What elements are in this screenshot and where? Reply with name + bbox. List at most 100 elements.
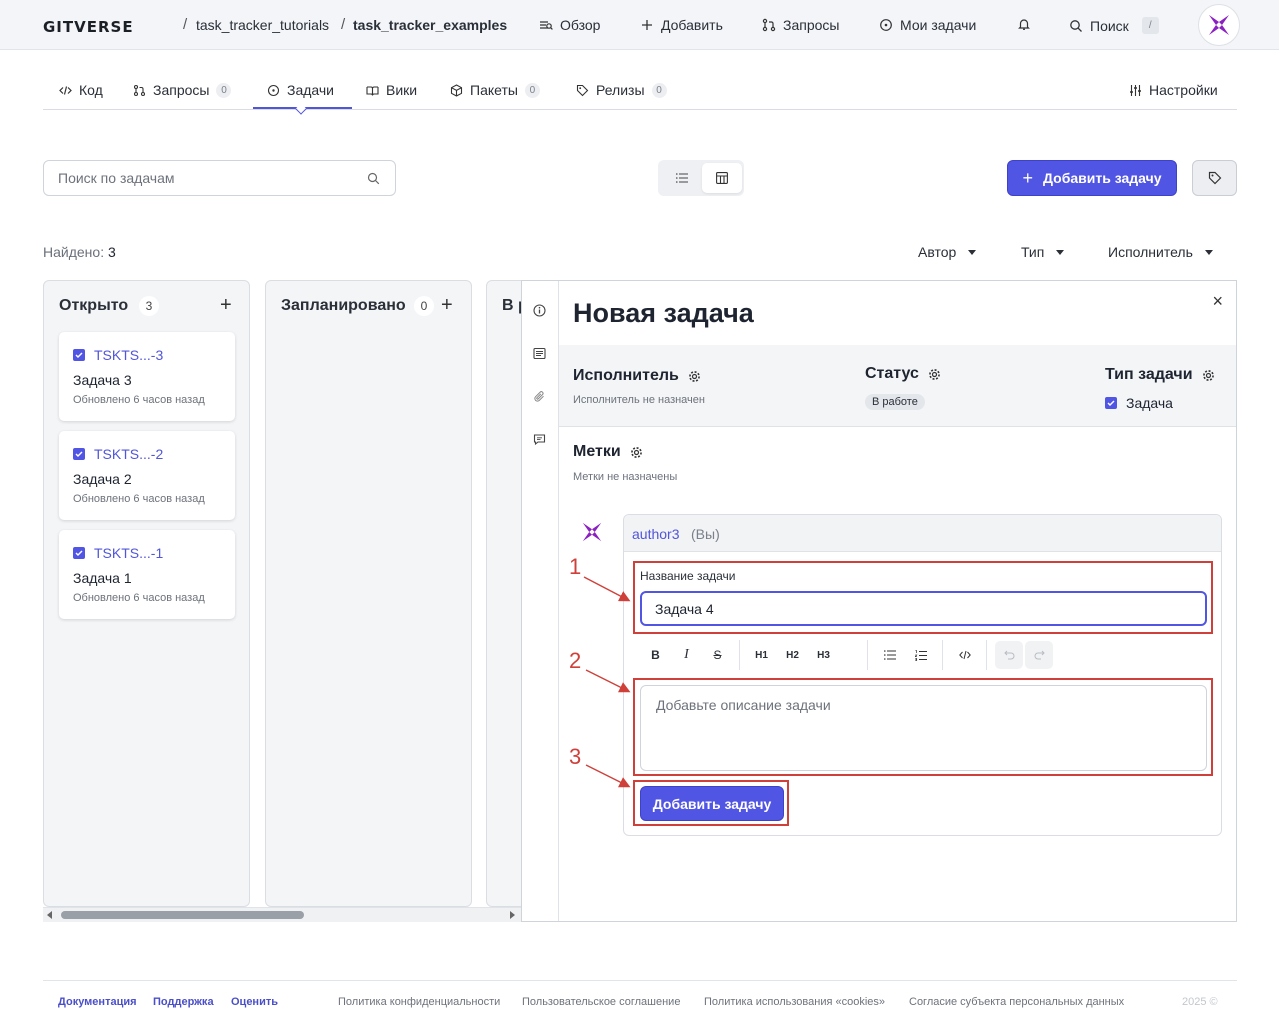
checkbox-icon [73,547,85,559]
ordered-list-icon [914,649,927,661]
checkbox-icon [73,448,85,460]
search-icon[interactable] [367,172,380,185]
add-task-button[interactable]: + Добавить задачу [1007,160,1177,196]
chevron-down-icon [1204,249,1213,255]
ordered-list-button[interactable] [905,640,936,670]
gear-icon[interactable] [928,368,941,381]
nav-add-label: Добавить [661,17,723,33]
card-title: Задача 3 [73,372,132,388]
breadcrumb-repo[interactable]: task_tracker_examples [353,17,507,33]
footer-terms-link[interactable]: Пользовательское соглашение [522,996,680,1008]
labels-button[interactable] [1192,160,1237,196]
nav-my-tasks[interactable]: Мои задачи [879,17,976,33]
card-id-link[interactable]: TSKTS...-3 [73,347,163,363]
scrollbar-thumb[interactable] [61,911,304,919]
board-horizontal-scrollbar[interactable] [43,907,521,922]
footer-consent-link[interactable]: Согласие субъекта персональных данных [909,996,1124,1008]
add-task-label: Добавить задачу [1043,170,1162,186]
filter-author[interactable]: Автор [918,244,977,260]
add-card-button[interactable]: + [441,295,453,315]
author-name[interactable]: author3 [632,526,679,542]
heading2-button[interactable]: H2 [777,640,808,670]
issue-icon [880,19,892,31]
tab-settings[interactable]: Настройки [1129,82,1218,98]
notifications-button[interactable] [1017,17,1031,31]
breadcrumb-owner[interactable]: task_tracker_tutorials [196,17,329,33]
status-badge[interactable]: В работе [865,394,925,410]
tab-packages[interactable]: Пакеты 0 [450,82,540,98]
plus-icon: + [1022,168,1033,188]
close-icon[interactable]: × [1212,291,1223,312]
nav-requests-label: Запросы [783,17,840,33]
package-icon [450,83,463,97]
scroll-left-icon[interactable] [47,911,52,919]
nav-search[interactable]: Поиск / [1069,17,1159,34]
redo-button[interactable] [1025,641,1053,669]
task-type-value[interactable]: Задача [1105,395,1173,411]
task-type-label: Тип задачи [1105,366,1193,383]
footer-docs-link[interactable]: Документация [58,996,137,1008]
gear-icon[interactable] [630,446,643,459]
tab-releases[interactable]: Релизы 0 [576,82,667,98]
filter-assignee[interactable]: Исполнитель [1108,244,1213,260]
heading3-button[interactable]: H3 [808,640,839,670]
overview-icon [540,21,553,30]
status-label: Статус [865,365,919,382]
tab-code[interactable]: Код [59,82,103,98]
labels-value: Метки не назначены [573,471,678,483]
panel-sidebar [522,281,559,921]
issue-search-input[interactable] [58,170,358,186]
nav-requests[interactable]: Запросы [762,17,839,33]
board-view-button[interactable] [702,163,742,193]
heading1-button[interactable]: H1 [746,640,777,670]
board-icon [716,172,728,184]
task-card[interactable]: TSKTS...-2 Задача 2 Обновлено 6 часов на… [59,431,235,520]
toolbar-divider [867,640,868,670]
found-value: 3 [107,244,116,260]
nav-overview[interactable]: Обзор [539,17,600,33]
strikethrough-button[interactable]: S [702,640,733,670]
gear-icon[interactable] [1202,369,1215,382]
footer-support-link[interactable]: Поддержка [153,996,214,1008]
add-card-button[interactable]: + [220,295,232,315]
undo-button[interactable] [995,641,1023,669]
tab-requests[interactable]: Запросы 0 [133,82,232,98]
nav-add[interactable]: Добавить [640,17,723,33]
tab-settings-label: Настройки [1149,82,1218,98]
task-type-text: Задача [1126,395,1173,411]
form-header: author3 (Вы) [624,515,1221,552]
gitverse-logo[interactable]: GITVERSE [43,18,134,36]
card-id-link[interactable]: TSKTS...-2 [73,446,163,462]
comment-icon[interactable] [533,433,546,446]
attachment-icon[interactable] [533,390,546,403]
annotation-box-2 [633,678,1213,776]
footer-cookies-link[interactable]: Политика использования «cookies» [704,996,885,1008]
footer-rate-link[interactable]: Оценить [231,996,278,1008]
bullet-list-button[interactable] [874,640,905,670]
footer-privacy-link[interactable]: Политика конфиденциальности [338,996,500,1008]
search-shortcut-key: / [1141,17,1159,34]
found-label: Найдено: [43,244,105,260]
italic-button[interactable]: I [671,640,702,670]
info-icon[interactable] [533,304,546,317]
assignee-value: Исполнитель не назначен [573,394,705,406]
top-bar: GITVERSE / task_tracker_tutorials / task… [0,0,1279,50]
avatar-logo-icon [1209,15,1229,35]
book-icon [366,85,379,96]
scroll-right-icon[interactable] [510,911,515,919]
card-id-link[interactable]: TSKTS...-1 [73,545,163,561]
task-properties: Исполнитель Исполнитель не назначен Стат… [559,345,1236,427]
code-button[interactable] [949,640,980,670]
task-card[interactable]: TSKTS...-1 Задача 1 Обновлено 6 часов на… [59,530,235,619]
tab-issues[interactable]: Задачи [267,82,334,98]
annotation-box-3 [633,780,789,826]
task-card[interactable]: TSKTS...-3 Задача 3 Обновлено 6 часов на… [59,332,235,421]
list-view-button[interactable] [662,163,702,193]
filter-type[interactable]: Тип [1021,244,1065,260]
checkbox-icon [1105,397,1117,409]
bold-button[interactable]: B [640,640,671,670]
description-icon[interactable] [533,347,546,360]
user-avatar[interactable] [1198,4,1240,46]
tab-wiki[interactable]: Вики [366,82,417,98]
gear-icon[interactable] [688,370,701,383]
